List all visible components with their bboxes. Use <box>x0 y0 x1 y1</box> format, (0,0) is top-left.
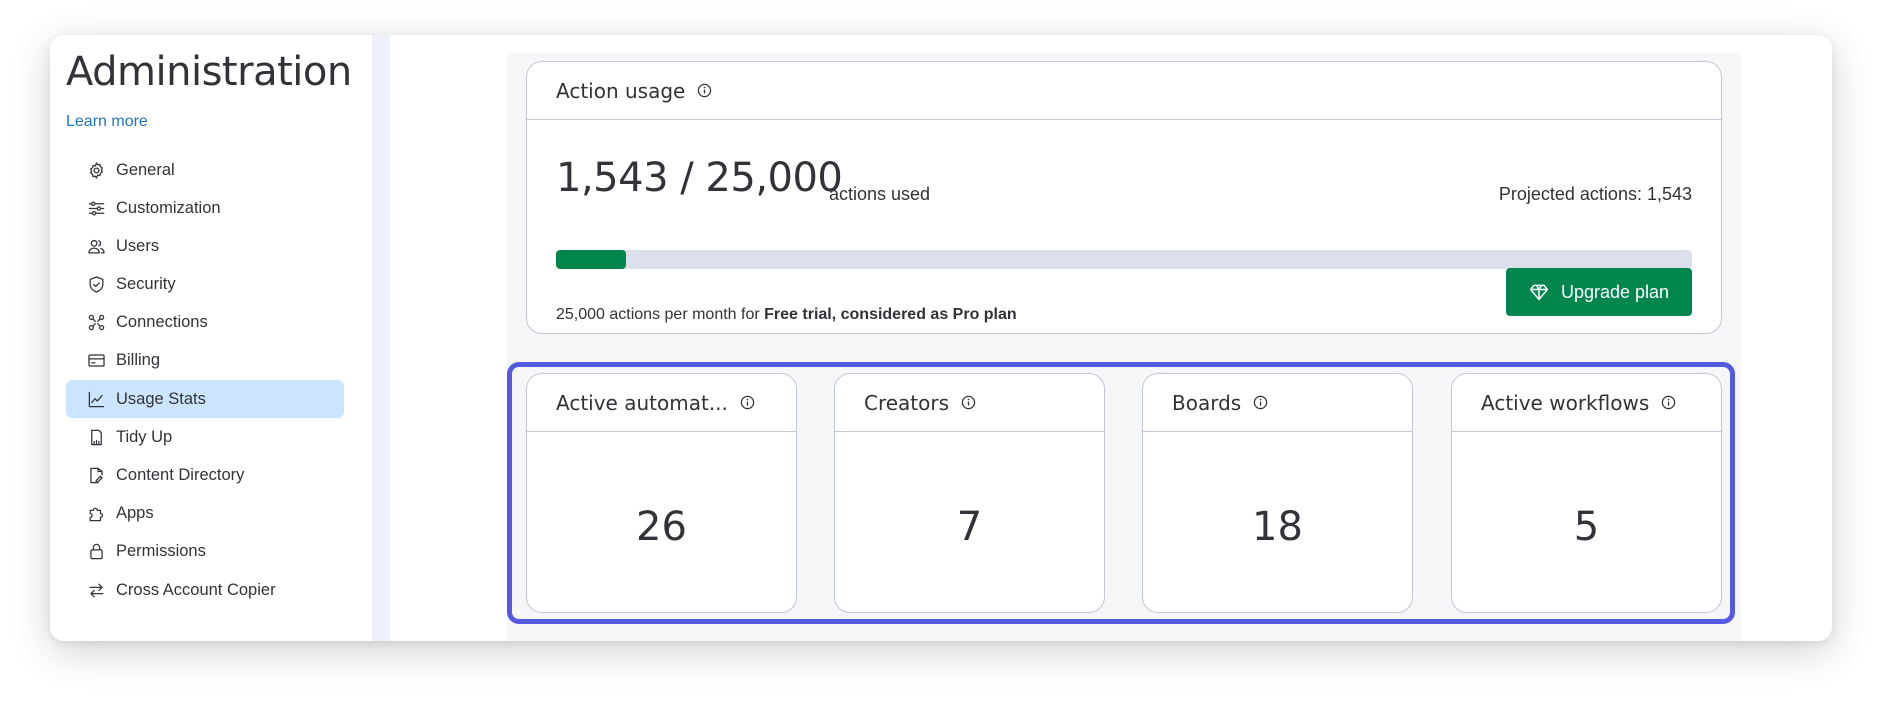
sidebar-item-users[interactable]: Users <box>66 227 344 265</box>
broom-icon <box>86 427 106 447</box>
transfer-arrows-icon <box>86 580 106 600</box>
sidebar-item-cross-account-copier[interactable]: Cross Account Copier <box>66 571 344 609</box>
info-icon[interactable] <box>697 83 712 98</box>
usage-progress-fill <box>556 250 627 269</box>
sidebar-item-label: Billing <box>116 351 161 370</box>
sidebar-item-label: Tidy Up <box>116 427 173 446</box>
sidebar-item-usage-stats[interactable]: Usage Stats <box>66 380 344 419</box>
stat-label: Boards <box>1172 390 1242 415</box>
sidebar-item-label: General <box>116 160 175 179</box>
info-icon[interactable] <box>1253 395 1268 410</box>
stat-label: Active automat... <box>556 390 728 415</box>
sidebar-divider <box>372 35 390 641</box>
sidebar-item-label: Cross Account Copier <box>116 580 276 599</box>
stat-value: 26 <box>636 504 687 550</box>
stat-value: 18 <box>1252 504 1303 550</box>
connections-icon <box>86 313 106 333</box>
stat-card-active-automations: Active automat... 26 <box>526 373 797 613</box>
stat-card-boards: Boards 18 <box>1142 373 1413 613</box>
usage-progress-bar <box>556 250 1692 269</box>
document-edit-icon <box>86 466 106 486</box>
card-header: Active automat... <box>527 374 796 432</box>
sidebar-item-label: Security <box>116 275 176 294</box>
stat-label: Creators <box>864 390 950 415</box>
card-header: Creators <box>835 374 1104 432</box>
actions-used-label: actions used <box>829 184 931 204</box>
stat-card-active-workflows: Active workflows 5 <box>1451 373 1722 613</box>
sliders-icon <box>86 198 106 218</box>
upgrade-plan-label: Upgrade plan <box>1560 281 1670 302</box>
card-header: Action usage <box>527 62 1721 120</box>
sidebar-item-general[interactable]: General <box>66 151 344 189</box>
info-icon[interactable] <box>1661 395 1676 410</box>
plan-name: Free trial, considered as Pro plan <box>764 306 1017 323</box>
sidebar-item-security[interactable]: Security <box>66 266 344 304</box>
gear-icon <box>86 160 106 180</box>
plan-prefix: 25,000 actions per month for <box>556 306 760 323</box>
sidebar-item-label: Users <box>116 236 160 255</box>
page-title: Administration <box>66 49 352 95</box>
stat-label: Active workflows <box>1481 390 1650 415</box>
main-content: Action usage 1,543 / 25,000 actions used… <box>390 35 1832 641</box>
shield-icon <box>86 275 106 295</box>
action-usage-card: Action usage 1,543 / 25,000 actions used… <box>526 61 1722 334</box>
projected-actions: Projected actions: 1,543 <box>1498 184 1692 204</box>
sidebar-item-tidy-up[interactable]: Tidy Up <box>66 418 344 456</box>
stat-value: 7 <box>956 504 983 550</box>
sidebar-item-apps[interactable]: Apps <box>66 495 344 533</box>
sidebar-item-content-directory[interactable]: Content Directory <box>66 457 344 495</box>
sidebar-item-label: Usage Stats <box>116 389 206 408</box>
plan-description: 25,000 actions per month for Free trial,… <box>556 306 1017 324</box>
puzzle-icon <box>86 504 106 524</box>
diamond-icon <box>1529 284 1549 301</box>
sidebar-item-label: Apps <box>116 504 154 523</box>
credit-card-icon <box>86 351 106 371</box>
upgrade-plan-button[interactable]: Upgrade plan <box>1506 268 1692 316</box>
admin-window: Administration Learn more General Custom… <box>50 35 1832 641</box>
card-header: Boards <box>1143 374 1412 432</box>
actions-used-count: 1,543 / 25,000 <box>556 155 843 201</box>
sidebar-item-customization[interactable]: Customization <box>66 189 344 227</box>
sidebar-item-permissions[interactable]: Permissions <box>66 533 344 571</box>
info-icon[interactable] <box>961 395 976 410</box>
learn-more-link[interactable]: Learn more <box>66 113 148 131</box>
users-icon <box>86 236 106 256</box>
sidebar-item-label: Content Directory <box>116 466 245 484</box>
sidebar-nav: General Customization Users Security Con… <box>66 151 344 609</box>
sidebar-item-label: Connections <box>116 313 208 332</box>
sidebar-item-label: Customization <box>116 198 221 217</box>
stat-card-creators: Creators 7 <box>834 373 1105 613</box>
sidebar-item-connections[interactable]: Connections <box>66 304 344 342</box>
lock-icon <box>86 542 106 562</box>
sidebar-item-billing[interactable]: Billing <box>66 342 344 380</box>
sidebar: Administration Learn more General Custom… <box>50 35 372 641</box>
line-chart-icon <box>86 389 106 409</box>
card-title: Action usage <box>556 78 686 103</box>
info-icon[interactable] <box>740 395 755 410</box>
stat-value: 5 <box>1573 504 1600 550</box>
sidebar-item-label: Permissions <box>116 542 206 561</box>
card-header: Active workflows <box>1452 374 1721 432</box>
